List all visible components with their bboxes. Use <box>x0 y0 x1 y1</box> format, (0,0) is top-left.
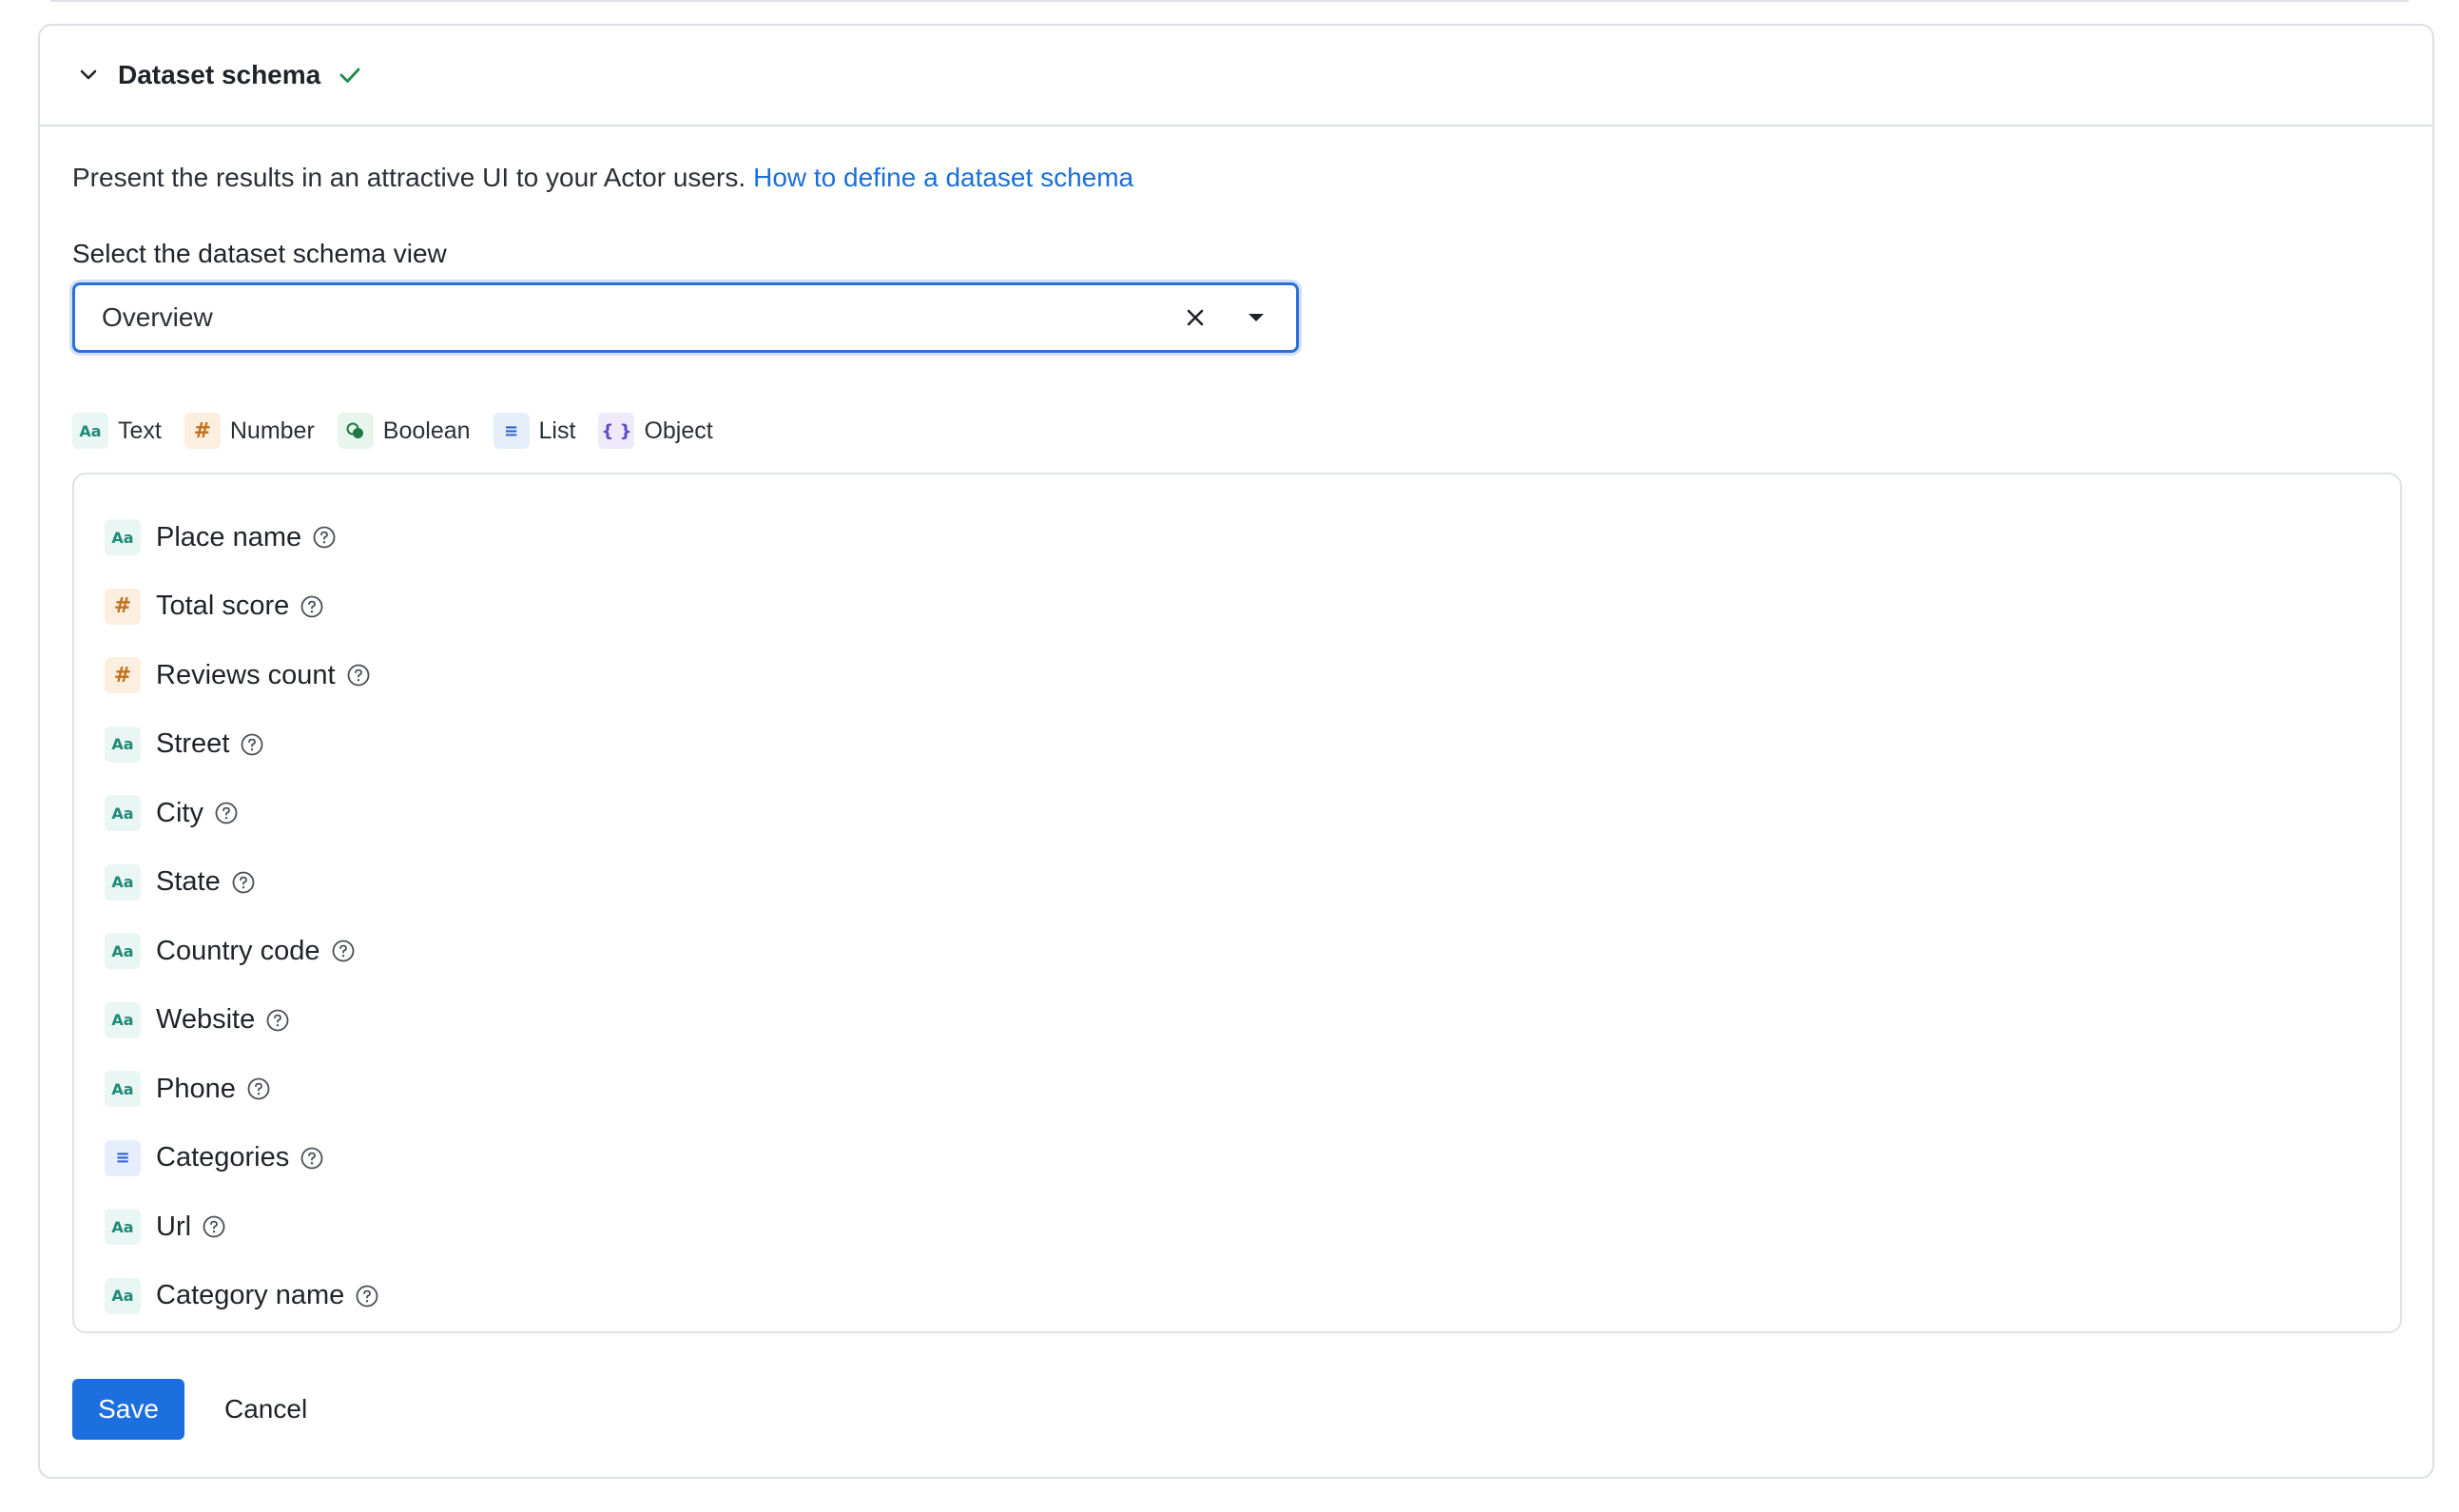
field-row: # Reviews count <box>105 641 2400 710</box>
card-header[interactable]: Dataset schema <box>40 26 2432 126</box>
save-button[interactable]: Save <box>72 1379 184 1440</box>
select-value: Overview <box>102 302 213 332</box>
field-row: Aa State <box>105 848 2400 918</box>
field-name: Categories <box>156 1142 290 1173</box>
field-row: Aa Phone <box>105 1055 2400 1124</box>
select-label: Select the dataset schema view <box>72 239 447 268</box>
list-type-icon: ≡ <box>105 1139 141 1176</box>
legend-item-object: { } Object <box>598 413 713 449</box>
text-type-icon: Aa <box>105 1071 141 1108</box>
close-icon[interactable] <box>1174 297 1216 339</box>
legend-item-text: Aa Text <box>72 413 162 449</box>
check-icon <box>338 61 366 89</box>
list-type-icon: ≡ <box>493 413 530 449</box>
help-icon[interactable] <box>239 731 265 758</box>
text-type-icon: Aa <box>105 933 141 970</box>
legend-item-number: # Number <box>184 413 315 449</box>
text-type-icon: Aa <box>105 726 141 763</box>
legend-label: Object <box>644 417 713 444</box>
chevron-down-icon[interactable] <box>74 61 103 89</box>
help-icon[interactable] <box>330 938 357 964</box>
field-name: Url <box>156 1211 192 1242</box>
help-icon[interactable] <box>299 1145 325 1172</box>
legend-label: Number <box>229 417 315 444</box>
field-row: Aa Street <box>105 710 2400 780</box>
help-icon[interactable] <box>230 869 257 896</box>
dataset-schema-card: Dataset schema Present the results in an… <box>38 24 2434 1479</box>
field-name: Street <box>156 728 230 760</box>
help-icon[interactable] <box>299 593 325 620</box>
field-name: Category name <box>156 1280 345 1311</box>
help-icon[interactable] <box>264 1007 291 1034</box>
schema-view-select[interactable]: Overview <box>72 282 1299 353</box>
intro-description: Present the results in an attractive UI … <box>72 163 746 192</box>
field-row: Aa Category name <box>105 1262 2400 1331</box>
number-type-icon: # <box>105 588 141 625</box>
field-name: State <box>156 866 221 898</box>
text-type-icon: Aa <box>105 1001 141 1038</box>
help-icon[interactable] <box>245 1076 272 1102</box>
help-icon[interactable] <box>345 662 372 688</box>
legend-item-boolean: Boolean <box>337 413 471 449</box>
field-name: Website <box>156 1004 256 1036</box>
object-type-icon: { } <box>598 413 635 449</box>
text-type-icon: Aa <box>105 863 141 901</box>
field-row: Aa Country code <box>105 917 2400 986</box>
form-actions: Save Cancel <box>72 1379 2400 1440</box>
field-row: Aa City <box>105 779 2400 848</box>
legend-label: List <box>538 417 576 444</box>
field-name: Country code <box>156 935 320 966</box>
field-row: ≡ Categories <box>105 1124 2400 1193</box>
text-type-icon: Aa <box>105 519 141 556</box>
help-icon[interactable] <box>201 1213 227 1240</box>
boolean-type-icon <box>337 413 374 449</box>
legend-item-list: ≡ List <box>493 413 576 449</box>
legend-label: Boolean <box>382 417 471 444</box>
help-icon[interactable] <box>311 524 338 551</box>
section-title: Dataset schema <box>118 60 321 89</box>
help-icon[interactable] <box>354 1283 380 1309</box>
help-icon[interactable] <box>213 800 240 826</box>
field-name: Total score <box>156 591 290 622</box>
field-row: Aa Place name <box>105 503 2400 572</box>
field-row: # Total score <box>105 572 2400 642</box>
caret-down-icon[interactable] <box>1235 297 1277 339</box>
cancel-button[interactable]: Cancel <box>211 1379 320 1440</box>
field-name: Phone <box>156 1073 236 1104</box>
text-type-icon: Aa <box>72 413 108 449</box>
field-name: City <box>156 797 203 828</box>
schema-docs-link[interactable]: How to define a dataset schema <box>753 163 1133 192</box>
page: Dataset schema Present the results in an… <box>0 0 2459 1512</box>
type-legend: Aa Text # Number Boolean ≡ List {} Obje… <box>72 412 2400 450</box>
divider <box>50 0 2409 2</box>
text-type-icon: Aa <box>105 1277 141 1314</box>
text-type-icon: Aa <box>105 1209 141 1246</box>
schema-fields-list: Aa Place name # Total score # Reviews count Aa… <box>72 473 2402 1333</box>
number-type-icon: # <box>105 657 141 694</box>
intro-text: Present the results in an attractive UI … <box>72 159 2400 197</box>
field-row: Aa Url <box>105 1192 2400 1262</box>
text-type-icon: Aa <box>105 795 141 832</box>
legend-label: Text <box>118 417 162 444</box>
field-name: Place name <box>156 521 302 552</box>
field-name: Reviews count <box>156 659 336 690</box>
number-type-icon: # <box>184 413 221 449</box>
field-row: Aa Website <box>105 986 2400 1056</box>
